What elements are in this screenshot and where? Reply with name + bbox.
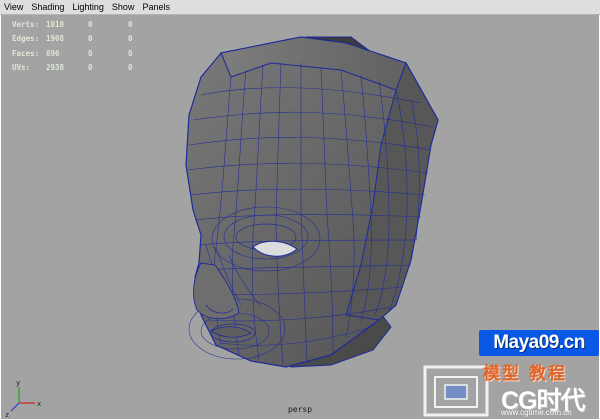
panel-menubar: View Shading Lighting Show Panels: [0, 0, 600, 15]
hud-row-edges: Edges: 1908 0 0: [12, 34, 133, 44]
menu-show[interactable]: Show: [108, 0, 139, 14]
heads-up-display: Verts: 1010 0 0 Edges: 1908 0 0 Faces: 8…: [12, 17, 148, 75]
menu-shading[interactable]: Shading: [27, 0, 68, 14]
watermark-site: Maya09.cn: [479, 330, 599, 356]
maya-viewport-window: View Shading Lighting Show Panels x y z …: [0, 0, 600, 420]
perspective-viewport[interactable]: x y z Verts: 1010 0 0 Edges: 1908 0 0 Fa…: [1, 15, 599, 419]
menu-view[interactable]: View: [0, 0, 27, 14]
menu-panels[interactable]: Panels: [138, 0, 174, 14]
hud-row-faces: Faces: 896 0 0: [12, 48, 133, 58]
menu-lighting[interactable]: Lighting: [68, 0, 108, 14]
hud-row-uvs: UVs: 2938 0 0: [12, 63, 133, 73]
watermark-url: www.cgtime.com.cn: [501, 408, 572, 417]
hud-row-verts: Verts: 1010 0 0: [12, 19, 133, 29]
axis-y-label: y: [16, 379, 20, 387]
